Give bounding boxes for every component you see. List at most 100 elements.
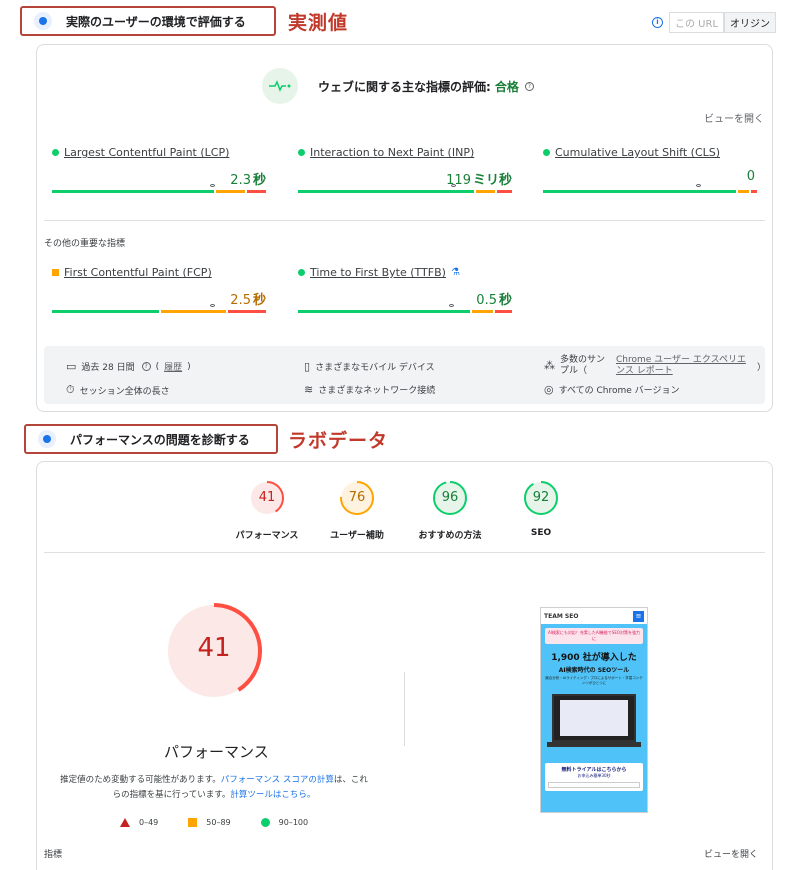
lab-icon bbox=[38, 430, 56, 448]
score-gauge[interactable]: 92 SEO bbox=[496, 480, 586, 538]
laptop-image bbox=[552, 694, 636, 742]
metric-unit: 秒 bbox=[252, 293, 266, 308]
metric-value: 2.3 秒 bbox=[52, 169, 266, 188]
metric-name: Time to First Byte (TTFB) bbox=[310, 266, 446, 279]
info-icon[interactable]: i bbox=[652, 17, 663, 28]
metric-name: Cumulative Layout Shift (CLS) bbox=[555, 146, 721, 159]
metric-name: First Contentful Paint (FCP) bbox=[64, 266, 212, 279]
preview-tagline: 競合分析・AIライティング・プロによるサポート・学習コンテンツがひとつに bbox=[545, 676, 643, 685]
metric-name-link[interactable]: Largest Contentful Paint (LCP) bbox=[52, 146, 266, 159]
metric-value: 2.5 秒 bbox=[52, 289, 266, 308]
timer-icon: ⏱ bbox=[66, 383, 75, 396]
metric-name-link[interactable]: Time to First Byte (TTFB) bbox=[298, 266, 512, 279]
metric-number: 119 bbox=[446, 173, 471, 188]
p75-marker bbox=[209, 184, 215, 187]
footer-devices: ▯ さまざまなモバイル デバイス bbox=[304, 360, 435, 373]
distribution-bar bbox=[52, 184, 266, 193]
origin-button[interactable]: オリジン bbox=[724, 12, 777, 33]
help-icon[interactable]: ? bbox=[141, 362, 151, 371]
good-dot-icon bbox=[298, 269, 305, 276]
performance-description: 推定値のため変動する可能性があります。パフォーマンス スコアの計算は、これらの指… bbox=[58, 773, 370, 803]
site-logo: TEAM SEO bbox=[544, 612, 579, 620]
score-value: 92 bbox=[532, 490, 550, 505]
average-segment bbox=[738, 190, 749, 193]
good-dot-icon bbox=[298, 149, 305, 156]
field-expand-view-link[interactable]: ビューを開く bbox=[704, 110, 764, 125]
calculator-link[interactable]: 計算ツールはこちら。 bbox=[230, 790, 315, 800]
legend-poor: 0–49 bbox=[120, 818, 158, 827]
good-segment bbox=[52, 190, 214, 193]
vertical-divider bbox=[404, 672, 405, 746]
score-legend: 0–49 50–89 90–100 bbox=[120, 818, 308, 827]
score-value: 41 bbox=[258, 490, 276, 505]
devices-text: さまざまなモバイル デバイス bbox=[315, 363, 435, 373]
score-label: パフォーマンス bbox=[235, 531, 299, 541]
distribution-bar bbox=[543, 184, 757, 193]
page-screenshot-thumbnail: TEAM SEO ≡ AI検索にも対応！充実したAI機能でSEO対策を強力に 1… bbox=[540, 607, 648, 813]
samples-text-2: プル（ bbox=[560, 366, 588, 376]
average-segment bbox=[472, 310, 494, 313]
legend-poor-text: 0–49 bbox=[139, 818, 159, 827]
score-gauge[interactable]: 96 おすすめの方法 bbox=[405, 480, 495, 541]
metric-unit: 秒 bbox=[252, 173, 266, 188]
devices-icon: ▯ bbox=[304, 360, 311, 373]
metric-card: First Contentful Paint (FCP) 2.5 秒 bbox=[52, 266, 266, 313]
preview-ribbon: AI検索にも対応！充実したAI機能でSEO対策を強力に bbox=[545, 628, 643, 644]
calendar-icon: ▭ bbox=[66, 360, 77, 373]
url-origin-toggle: i この URL オリジン bbox=[652, 12, 777, 33]
crux-report-link[interactable]: Chrome ユーザー エクスペリエンス レポート bbox=[616, 355, 752, 377]
field-annotation: 実測値 bbox=[288, 12, 349, 34]
metric-name-link[interactable]: First Contentful Paint (FCP) bbox=[52, 266, 266, 279]
metric-name: Largest Contentful Paint (LCP) bbox=[64, 146, 230, 159]
score-gauge[interactable]: 41 パフォーマンス bbox=[222, 480, 312, 541]
metric-value: 119 ミリ秒 bbox=[298, 169, 512, 188]
score-calc-link[interactable]: パフォーマンス スコアの計算 bbox=[221, 775, 334, 785]
score-label: SEO bbox=[530, 528, 552, 538]
metric-value: 0 bbox=[543, 169, 757, 185]
square-icon bbox=[188, 818, 198, 827]
cwv-assessment-label: ウェブに関する主な指標の評価: bbox=[318, 79, 491, 94]
desc-text: 推定値のため変動する可能性があります。 bbox=[60, 775, 221, 785]
metric-number: 2.5 bbox=[230, 293, 251, 308]
versions-text: すべての Chrome バージョン bbox=[558, 386, 680, 396]
lab-expand-view-link[interactable]: ビューを開く bbox=[704, 847, 758, 860]
legend-average: 50–89 bbox=[188, 818, 231, 827]
other-metrics-heading: その他の重要な指標 bbox=[44, 239, 126, 249]
poor-segment bbox=[750, 190, 757, 193]
poor-segment bbox=[495, 310, 512, 313]
field-section-header: 実際のユーザーの環境で評価する bbox=[20, 6, 276, 36]
history-link[interactable]: 履歴 bbox=[164, 360, 182, 373]
help-icon[interactable]: ? bbox=[524, 81, 534, 91]
preview-headline: 1,900 社が導入した bbox=[551, 653, 637, 663]
divider bbox=[44, 220, 765, 221]
metric-card: Largest Contentful Paint (LCP) 2.3 秒 bbox=[52, 146, 266, 193]
pulse-icon bbox=[262, 68, 298, 104]
legend-good-text: 90–100 bbox=[278, 818, 309, 827]
p75-marker bbox=[209, 304, 215, 307]
metric-name-link[interactable]: Cumulative Layout Shift (CLS) bbox=[543, 146, 757, 159]
legend-good: 90–100 bbox=[260, 818, 309, 827]
score-gauge[interactable]: 76 ユーザー補助 bbox=[312, 480, 402, 541]
footer-versions: ◎ すべての Chrome バージョン bbox=[544, 383, 679, 396]
performance-title: パフォーマンス bbox=[164, 743, 269, 761]
metric-card: Cumulative Layout Shift (CLS) 0 bbox=[543, 146, 757, 193]
p75-marker bbox=[449, 304, 455, 307]
people-icon bbox=[34, 12, 52, 30]
metric-number: 0.5 bbox=[476, 293, 497, 308]
footer-samples: ⁂ 多数のサン プル（ Chrome ユーザー エクスペリエンス レポート ） bbox=[544, 355, 766, 377]
circle-icon bbox=[260, 818, 270, 827]
metrics-heading: 指標 bbox=[44, 850, 63, 860]
preview-subhead: AI検索時代の SEOツール bbox=[558, 667, 630, 674]
average-square-icon bbox=[52, 269, 59, 276]
good-segment bbox=[298, 190, 475, 193]
poor-segment bbox=[228, 310, 266, 313]
metric-name-link[interactable]: Interaction to Next Paint (INP) bbox=[298, 146, 512, 159]
good-dot-icon bbox=[52, 149, 59, 156]
this-url-button[interactable]: この URL bbox=[669, 12, 725, 33]
performance-score: 41 bbox=[197, 633, 231, 663]
menu-icon: ≡ bbox=[633, 610, 644, 622]
poor-segment bbox=[247, 190, 266, 193]
preview-cta-title: 無料トライアルはこちらから bbox=[561, 767, 627, 773]
wifi-icon: ≋ bbox=[304, 383, 314, 396]
average-segment bbox=[215, 190, 246, 193]
